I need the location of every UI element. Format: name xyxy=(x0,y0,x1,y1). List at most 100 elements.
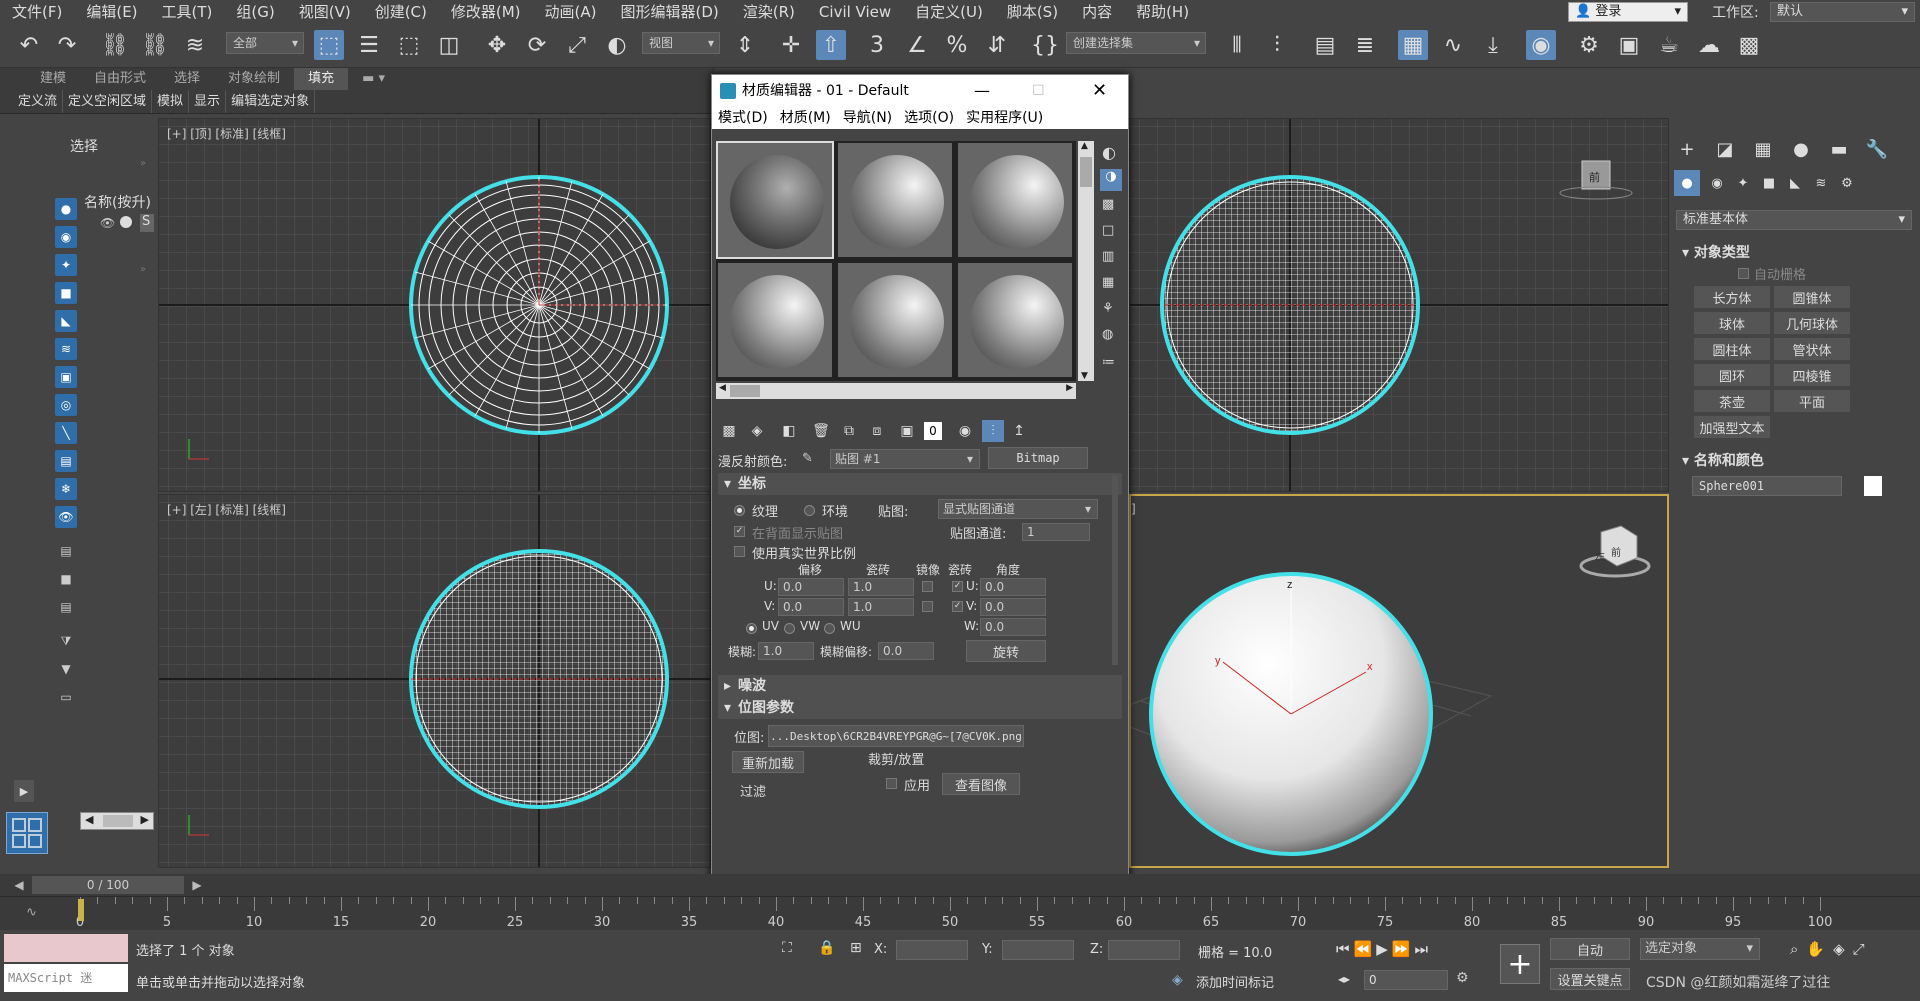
maximize-icon[interactable]: ☐ xyxy=(1032,75,1045,107)
menu-rendering[interactable]: 渲染(R) xyxy=(731,0,807,24)
object-type-header[interactable]: ▾ 对象类型 xyxy=(1682,242,1750,262)
snap-3d-icon[interactable]: 3 xyxy=(862,30,892,60)
map-name-dropdown[interactable]: 贴图 #1 ▾ xyxy=(830,449,980,469)
menu-help[interactable]: 帮助(H) xyxy=(1124,0,1201,24)
lights-icon[interactable]: ✦ xyxy=(1730,170,1756,196)
v-tile-checkbox[interactable]: ✓ xyxy=(952,601,963,612)
ribbon-options-icon[interactable]: ▬ ▾ xyxy=(348,68,399,90)
scale-icon[interactable]: ⤢ xyxy=(562,30,592,60)
put-to-library-icon[interactable]: ▣ xyxy=(896,420,918,442)
mat-menu-material[interactable]: 材质(M) xyxy=(774,107,837,129)
isolate-selection-icon[interactable]: ⛶ xyxy=(782,940,792,956)
filter-geometry-icon[interactable]: ● xyxy=(55,198,77,220)
go-to-start-icon[interactable]: ⏮ xyxy=(1336,940,1354,958)
material-slot[interactable] xyxy=(716,141,834,259)
align-icon[interactable]: ⫶ xyxy=(1262,30,1292,60)
layer-explorer-icon[interactable]: ≣ xyxy=(1350,30,1380,60)
mirror-icon[interactable]: ⫴ xyxy=(1222,30,1252,60)
blur-offset-spinner[interactable]: 0.0 xyxy=(878,642,934,660)
filter-helpers-icon[interactable]: ◣ xyxy=(55,310,77,332)
frame-spinner-arrows-icon[interactable]: ◂▸ xyxy=(1338,972,1350,986)
render-setup-icon[interactable]: ⚙ xyxy=(1574,30,1604,60)
orbit-icon[interactable]: ◈ xyxy=(1833,940,1853,958)
key-filter-dropdown[interactable]: 选定对象 ▾ xyxy=(1640,938,1760,960)
utilities-tab-icon[interactable]: 🔧 xyxy=(1862,136,1892,162)
filter-lights-icon[interactable]: ✦ xyxy=(55,254,77,276)
play-panel-icon[interactable]: ▶ xyxy=(14,780,34,802)
uv-tiling-icon[interactable]: □ xyxy=(1102,223,1114,238)
menu-animation[interactable]: 动画(A) xyxy=(533,0,609,24)
close-icon[interactable]: ✕ xyxy=(1092,75,1107,107)
pan-icon[interactable]: ✋ xyxy=(1806,940,1833,958)
mapping-dropdown[interactable]: 显式贴图通道 ▾ xyxy=(938,499,1098,519)
sphere-button[interactable]: 球体 xyxy=(1694,312,1770,334)
category-dropdown[interactable]: 标准基本体 ▾ xyxy=(1676,210,1912,230)
auto-key-button[interactable]: 自动 xyxy=(1550,938,1630,960)
menu-view[interactable]: 视图(V) xyxy=(287,0,363,24)
placement-icon[interactable]: ◐ xyxy=(602,30,632,60)
systems-icon[interactable]: ⚙ xyxy=(1834,170,1860,196)
torus-button[interactable]: 圆环 xyxy=(1694,364,1770,386)
scene-explorer-icon[interactable]: ▤ xyxy=(1310,30,1340,60)
current-frame-marker[interactable] xyxy=(78,899,84,921)
scroll-thumb[interactable] xyxy=(730,385,760,397)
material-slot[interactable] xyxy=(716,261,834,379)
sphere-wireframe-front[interactable] xyxy=(1160,175,1420,435)
play-icon[interactable]: ▶ xyxy=(1376,940,1392,958)
mat-menu-navigation[interactable]: 导航(N) xyxy=(837,107,898,129)
select-by-material-icon[interactable]: ◍ xyxy=(1102,327,1113,342)
u-mirror-checkbox[interactable] xyxy=(922,581,933,592)
filter-hidden-icon[interactable]: 👁 xyxy=(55,506,77,528)
scroll-down-icon[interactable]: ▼ xyxy=(1081,371,1088,381)
object-name-input[interactable]: Sphere001 xyxy=(1692,476,1842,496)
show-map-on-back-checkbox[interactable]: ✓ xyxy=(734,526,745,537)
add-time-tag-text[interactable]: 添加时间标记 xyxy=(1196,972,1274,991)
viewport-perspective-label[interactable]: ] xyxy=(1131,502,1136,516)
render-cloud-icon[interactable]: ☁ xyxy=(1694,30,1724,60)
rollout-scrollbar[interactable] xyxy=(1112,475,1118,665)
window-crossing-icon[interactable]: ◫ xyxy=(434,30,464,60)
menu-file[interactable]: 文件(F) xyxy=(0,0,74,24)
filter-shapes-icon[interactable]: ◉ xyxy=(55,226,77,248)
v-angle-spinner[interactable]: 0.0 xyxy=(980,598,1046,616)
maxscript-mini-input[interactable]: MAXScript 迷 xyxy=(4,964,128,992)
x-coord-input[interactable] xyxy=(896,940,968,960)
time-prev-icon[interactable]: ◀ xyxy=(10,876,28,894)
undo-icon[interactable]: ↶ xyxy=(14,30,44,60)
scene-item-sphere[interactable]: S xyxy=(140,214,154,232)
modify-tab-icon[interactable]: ◪ xyxy=(1710,136,1740,162)
box-button[interactable]: 长方体 xyxy=(1694,286,1770,308)
go-to-parent-icon[interactable]: ↥ xyxy=(1008,420,1030,442)
reload-button[interactable]: 重新加载 xyxy=(732,751,804,773)
unlink-icon[interactable]: ⛓ xyxy=(140,30,170,60)
folder-icon[interactable]: ▭ xyxy=(55,686,77,708)
material-slot[interactable] xyxy=(956,261,1074,379)
viewport-front[interactable]: 前 xyxy=(1129,118,1669,492)
uv-radio[interactable] xyxy=(746,623,757,634)
u-angle-spinner[interactable]: 0.0 xyxy=(980,578,1046,596)
v-tiling-spinner[interactable]: 1.0 xyxy=(848,598,914,616)
teapot-button[interactable]: 茶壶 xyxy=(1694,390,1770,412)
menu-scripting[interactable]: 脚本(S) xyxy=(995,0,1070,24)
menu-group[interactable]: 组(G) xyxy=(224,0,286,24)
background-icon[interactable]: ▩ xyxy=(1102,197,1114,212)
create-tab-icon[interactable]: + xyxy=(1672,136,1702,162)
motion-tab-icon[interactable]: ● xyxy=(1786,136,1816,162)
real-world-scale-checkbox[interactable] xyxy=(734,546,745,557)
geometry-icon[interactable]: ● xyxy=(1674,170,1700,196)
tab-object-paint[interactable]: 对象绘制 xyxy=(214,68,294,90)
curve-editor-mini-icon[interactable]: ∿ xyxy=(26,905,37,920)
shapes-icon[interactable]: ◉ xyxy=(1704,170,1730,196)
cone-button[interactable]: 圆锥体 xyxy=(1774,286,1850,308)
menu-modifiers[interactable]: 修改器(M) xyxy=(439,0,533,24)
bind-spacewarp-icon[interactable]: ≋ xyxy=(180,30,210,60)
current-frame-input[interactable]: 0 xyxy=(1364,970,1448,990)
mat-menu-options[interactable]: 选项(O) xyxy=(898,107,960,129)
expand-icon[interactable]: » xyxy=(140,158,146,169)
assign-to-selection-icon[interactable]: ◧ xyxy=(778,420,800,442)
material-editor-icon[interactable]: ◉ xyxy=(1526,30,1556,60)
ref-coord-dropdown[interactable]: 视图 xyxy=(642,32,720,54)
u-offset-spinner[interactable]: 0.0 xyxy=(778,578,844,596)
horizontal-scrollbar[interactable]: ◀ ▶ xyxy=(80,812,154,830)
make-unique-icon[interactable]: ⧈ xyxy=(866,420,888,442)
